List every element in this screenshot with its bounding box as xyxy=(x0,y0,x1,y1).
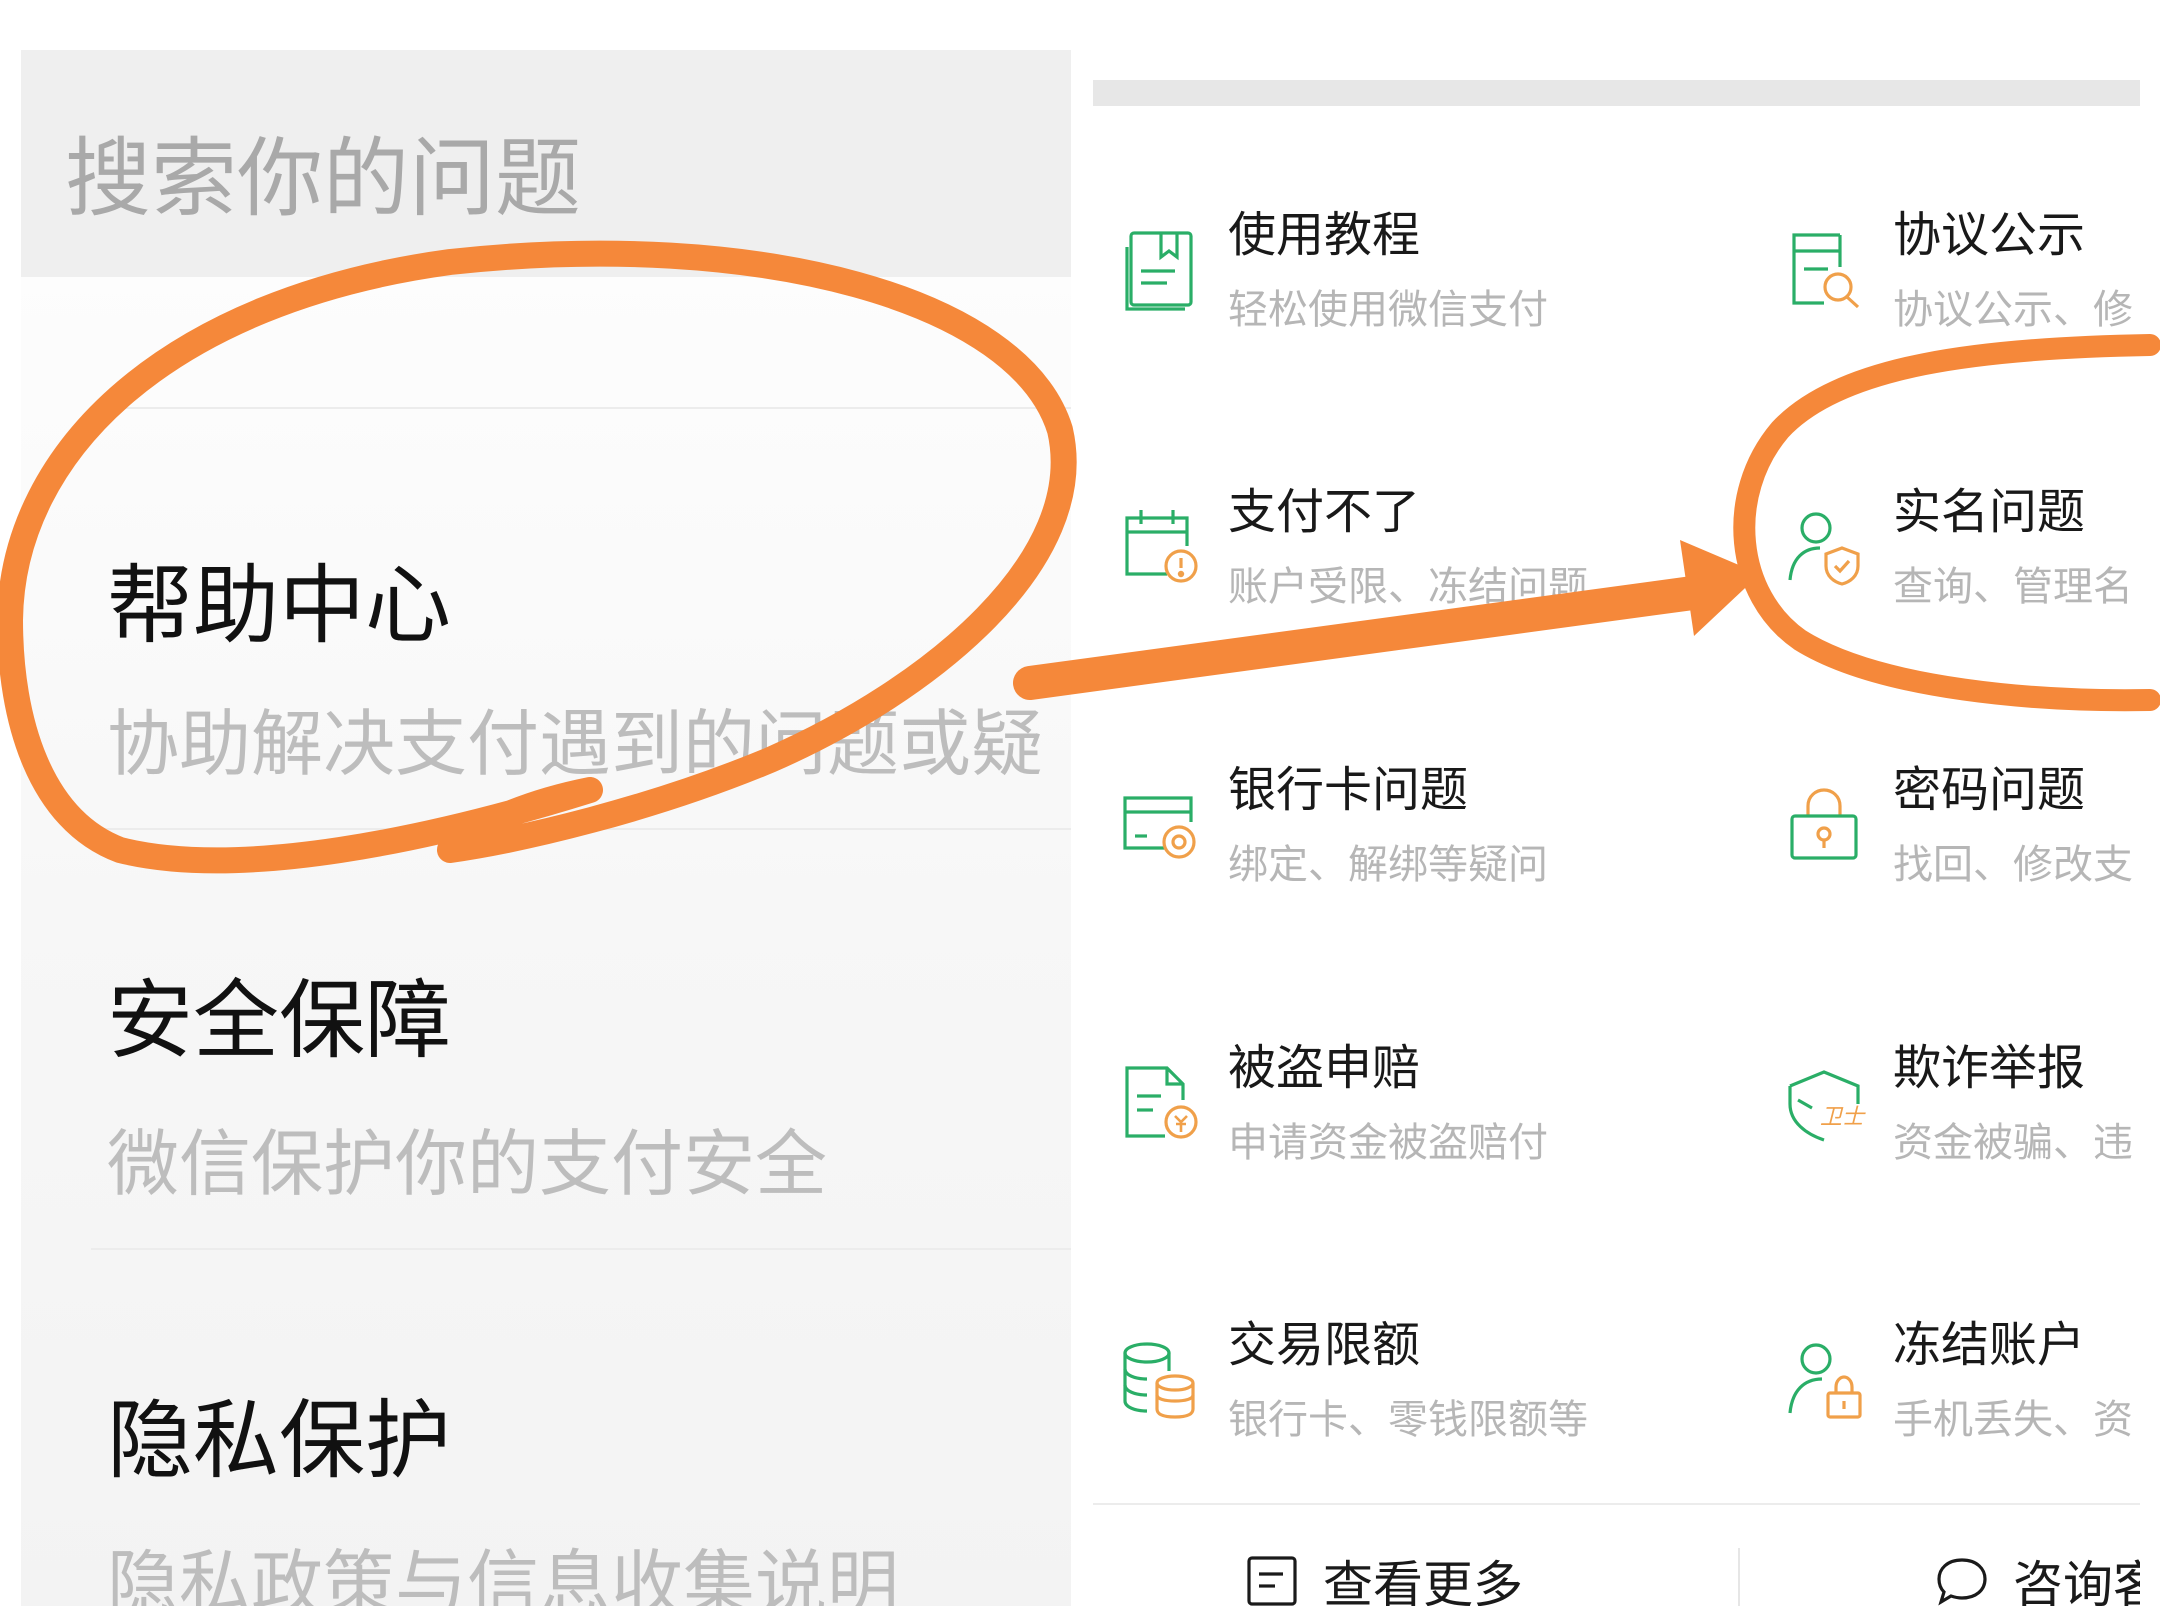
top-banner-strip xyxy=(1093,80,2140,106)
tile-subtitle: 账户受限、冻结问题 xyxy=(1228,564,1588,610)
privacy-subtitle: 隐私政策与信息收集说明 xyxy=(107,1542,900,1606)
tile-subtitle: 查询、管理名 xyxy=(1893,564,2133,610)
divider xyxy=(91,407,1071,409)
coin-stack-icon xyxy=(1123,1342,1195,1419)
tile-title: 欺诈举报 xyxy=(1893,1040,2086,1096)
book-icon xyxy=(1125,231,1193,311)
calendar-alert-icon xyxy=(1125,510,1198,583)
tile-subtitle: 绑定、解绑等疑问 xyxy=(1228,842,1548,888)
tile-title: 被盗申赔 xyxy=(1228,1040,1421,1096)
privacy-item[interactable]: 隐私保护 隐私政策与信息收集说明 xyxy=(21,1250,1071,1606)
tile-transaction-limit[interactable]: 交易限额 银行卡、零钱限额等 xyxy=(1093,1285,1753,1555)
security-subtitle: 微信保护你的支付安全 xyxy=(107,1122,828,1206)
tile-subtitle: 手机丢失、资 xyxy=(1893,1397,2133,1443)
search-bar[interactable]: 搜索你的问题 xyxy=(21,50,1071,277)
tile-title: 使用教程 xyxy=(1228,207,1421,263)
tile-tutorial[interactable]: 使用教程 轻松使用微信支付 xyxy=(1093,175,1753,445)
tile-cannot-pay[interactable]: 支付不了 账户受限、冻结问题 xyxy=(1093,452,1753,722)
divider xyxy=(1093,1503,2140,1505)
tile-title: 冻结账户 xyxy=(1893,1317,2086,1373)
left-settings-panel: 搜索你的问题 帮助中心 协助解决支付遇到的问题或疑 安全保障 微信保护你的支付安… xyxy=(21,50,1071,1606)
tile-password[interactable]: 密码问题 找回、修改支 xyxy=(1758,730,2140,1000)
document-search-icon xyxy=(1792,233,1860,309)
tile-title: 密码问题 xyxy=(1893,762,2086,818)
consult-label: 咨询客 xyxy=(2013,1556,2140,1606)
tile-title: 支付不了 xyxy=(1228,484,1421,540)
tile-subtitle: 找回、修改支 xyxy=(1893,842,2133,888)
view-more-label: 查看更多 xyxy=(1323,1556,1523,1606)
tile-subtitle: 银行卡、零钱限额等 xyxy=(1228,1397,1588,1443)
tile-fraud-report[interactable]: 卫士 欺诈举报 资金被骗、违 xyxy=(1758,1008,2140,1278)
tile-freeze-account[interactable]: 冻结账户 手机丢失、资 xyxy=(1758,1285,2140,1555)
user-shield-icon xyxy=(1788,512,1860,586)
tile-subtitle: 轻松使用微信支付 xyxy=(1228,287,1548,333)
help-center-subtitle: 协助解决支付遇到的问题或疑 xyxy=(107,702,1044,786)
tile-title: 协议公示 xyxy=(1893,207,2086,263)
help-center-title: 帮助中心 xyxy=(107,556,451,656)
view-more-button[interactable]: 查看更多 xyxy=(1243,1546,1523,1606)
chat-icon xyxy=(1937,1558,1987,1606)
divider xyxy=(1738,1548,1740,1606)
tile-theft-claim[interactable]: 被盗申赔 申请资金被盗赔付 xyxy=(1093,1008,1753,1278)
help-topics-panel: 使用教程 轻松使用微信支付 协议公示 协议公示、修 支付不了 账户受限、冻结问题 xyxy=(1093,80,2140,1606)
tile-subtitle: 协议公示、修 xyxy=(1893,287,2133,333)
guard-badge-text: 卫士 xyxy=(1820,1105,1866,1130)
help-center-item[interactable]: 帮助中心 协助解决支付遇到的问题或疑 xyxy=(21,410,1071,810)
security-item[interactable]: 安全保障 微信保护你的支付安全 xyxy=(21,830,1071,1230)
tile-title: 交易限额 xyxy=(1228,1317,1421,1373)
user-lock-icon xyxy=(1788,1343,1862,1419)
tile-bank-card[interactable]: 银行卡问题 绑定、解绑等疑问 xyxy=(1093,730,1753,1000)
tile-subtitle: 申请资金被盗赔付 xyxy=(1228,1120,1548,1166)
tile-subtitle: 资金被骗、违 xyxy=(1893,1120,2133,1166)
tile-real-name[interactable]: 实名问题 查询、管理名 xyxy=(1758,452,2140,722)
tile-title: 银行卡问题 xyxy=(1228,762,1469,818)
tile-title: 实名问题 xyxy=(1893,484,2086,540)
bank-card-icon xyxy=(1123,796,1196,859)
guard-shield-icon: 卫士 xyxy=(1788,1070,1866,1142)
claim-document-icon xyxy=(1125,1066,1198,1139)
privacy-title: 隐私保护 xyxy=(107,1391,451,1491)
lock-icon xyxy=(1790,788,1858,860)
list-icon xyxy=(1247,1556,1297,1606)
tile-agreements[interactable]: 协议公示 协议公示、修 xyxy=(1758,175,2140,445)
search-placeholder: 搜索你的问题 xyxy=(65,129,581,229)
security-title: 安全保障 xyxy=(107,971,451,1071)
consult-service-button[interactable]: 咨询客 xyxy=(1933,1546,2140,1606)
